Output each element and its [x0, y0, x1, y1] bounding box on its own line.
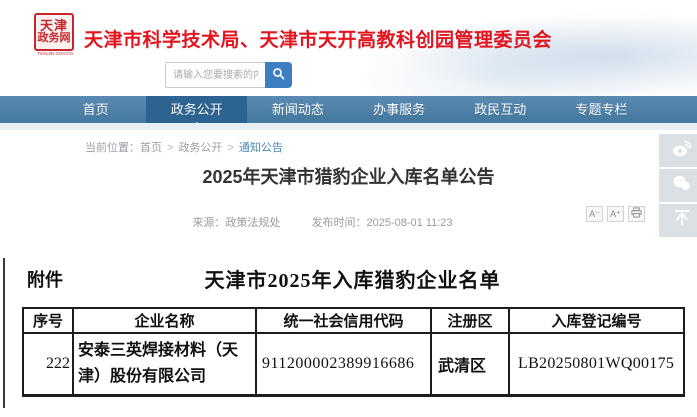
- enterprise-table: 序号 企业名称 统一社会信用代码 注册区 入库登记编号 222 安泰三英焊接材料…: [22, 307, 685, 397]
- nav-bottom-strip: [0, 123, 697, 130]
- cell-serial: 222: [23, 333, 73, 395]
- search-icon: [272, 67, 286, 84]
- breadcrumb-item-home[interactable]: 首页: [140, 142, 162, 154]
- floating-side-toolbar: [659, 134, 697, 237]
- site-header: 天津 政务网 TIANJIN.GOV.CN 天津市科学技术局、天津市天开高教科创…: [0, 0, 697, 96]
- print-icon: [631, 207, 642, 222]
- breadcrumb-separator: >: [227, 142, 233, 154]
- table-row: 222 安泰三英焊接材料（天津）股份有限公司 91120000238991668…: [23, 333, 684, 395]
- nav-item-special-topics[interactable]: 专题专栏: [551, 96, 652, 123]
- font-larger-button[interactable]: A⁺: [607, 206, 624, 222]
- cell-reg-number: LB20250801WQ00175: [509, 333, 684, 395]
- breadcrumb-prefix: 当前位置：: [85, 142, 140, 154]
- col-header-reg-number: 入库登记编号: [509, 308, 684, 333]
- article-title: 2025年天津市猎豹企业入库名单公告: [0, 163, 697, 189]
- cell-company: 安泰三英焊接材料（天津）股份有限公司: [73, 333, 256, 395]
- back-to-top-icon: [671, 207, 693, 234]
- font-smaller-button[interactable]: A⁻: [586, 206, 603, 222]
- article-tools: A⁻ A⁺: [586, 206, 645, 222]
- breadcrumb-item-gov-affairs[interactable]: 政务公开: [178, 142, 222, 154]
- site-title: 天津市科学技术局、天津市天开高教科创园管理委员会: [84, 25, 552, 52]
- article-source: 来源：政策法规处: [192, 217, 280, 229]
- print-button[interactable]: [628, 206, 645, 222]
- share-weibo-button[interactable]: [659, 134, 697, 167]
- wechat-icon: [671, 172, 693, 199]
- col-header-district: 注册区: [431, 308, 509, 333]
- search-button[interactable]: [265, 62, 292, 88]
- breadcrumb-item-notices[interactable]: 通知公告: [239, 142, 283, 154]
- gov-seal-logo: 天津 政务网 TIANJIN.GOV.CN: [34, 13, 76, 61]
- seal-caption: TIANJIN.GOV.CN: [36, 51, 74, 56]
- col-header-serial: 序号: [23, 308, 73, 333]
- share-wechat-button[interactable]: [659, 169, 697, 202]
- nav-item-news[interactable]: 新闻动态: [247, 96, 348, 123]
- nav-item-interaction[interactable]: 政民互动: [450, 96, 551, 123]
- breadcrumb: 当前位置：首页 > 政务公开 > 通知公告: [85, 139, 283, 155]
- back-to-top-button[interactable]: [659, 204, 697, 237]
- search-bar: [165, 62, 292, 88]
- col-header-company: 企业名称: [73, 308, 256, 333]
- article-publish-time: 发布时间：2025-08-01 11:23: [312, 217, 453, 229]
- search-input[interactable]: [165, 62, 265, 88]
- nav-item-services[interactable]: 办事服务: [349, 96, 450, 123]
- seal-text-line2: 政务网: [36, 33, 72, 45]
- seal-text-line1: 天津: [36, 19, 72, 33]
- table-header-row: 序号 企业名称 统一社会信用代码 注册区 入库登记编号: [23, 308, 684, 333]
- nav-item-gov-affairs[interactable]: 政务公开: [146, 96, 247, 123]
- breadcrumb-separator: >: [167, 142, 173, 154]
- article-meta: 来源：政策法规处 发布时间：2025-08-01 11:23: [0, 214, 645, 230]
- col-header-credit-code: 统一社会信用代码: [256, 308, 431, 333]
- attachment-doc-title: 天津市2025年入库猎豹企业名单: [22, 264, 683, 293]
- cell-district: 武清区: [431, 333, 509, 395]
- weibo-icon: [671, 137, 693, 164]
- main-nav: 首页 政务公开 新闻动态 办事服务 政民互动 专题专栏: [0, 96, 697, 123]
- nav-item-home[interactable]: 首页: [45, 96, 146, 123]
- cell-credit-code: 911200002389916686: [256, 333, 431, 395]
- document-page-edge: [3, 258, 5, 408]
- seal-stamp: 天津 政务网: [34, 13, 74, 51]
